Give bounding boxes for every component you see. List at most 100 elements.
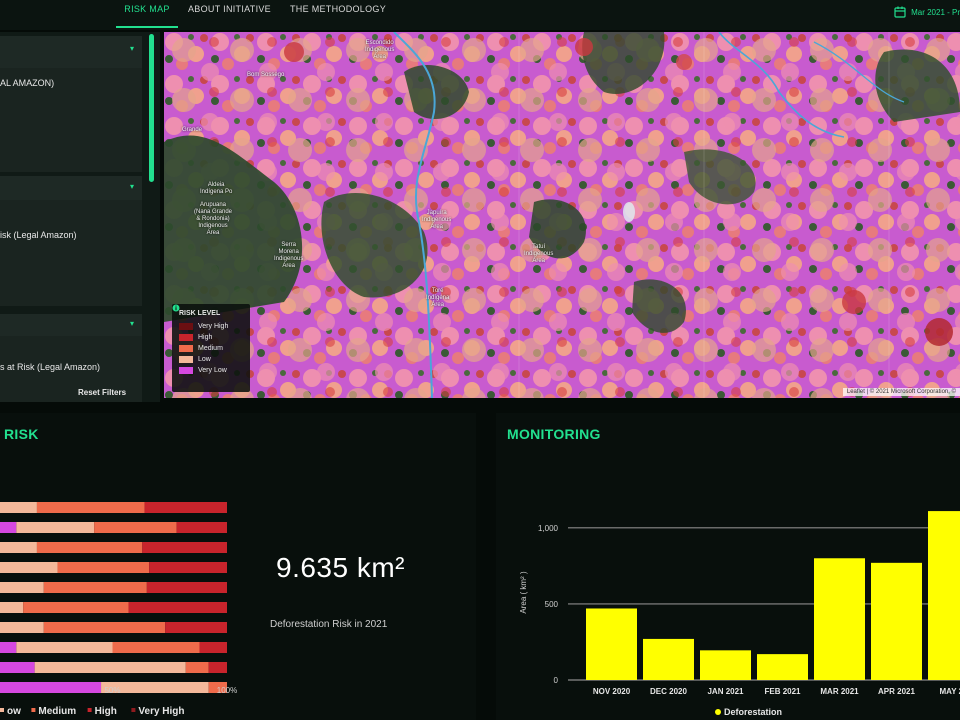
deforestation-bar[interactable] bbox=[643, 638, 694, 680]
risk-bar-segment-high[interactable] bbox=[142, 542, 227, 553]
filter-card-risk[interactable]: ▾ isk (Legal Amazon) bbox=[0, 176, 142, 306]
deforestation-bar[interactable] bbox=[700, 650, 751, 680]
risk-bar-segment-low[interactable] bbox=[0, 602, 24, 613]
deforestation-bar[interactable] bbox=[757, 654, 808, 680]
risk-bar-segment-high[interactable] bbox=[208, 662, 227, 673]
y-tick-label: 0 bbox=[554, 676, 559, 685]
map-layer bbox=[164, 32, 960, 398]
risk-bar-segment-very-low[interactable] bbox=[0, 682, 102, 693]
filter-card-header[interactable]: ▾ bbox=[0, 36, 142, 68]
filter-card-header[interactable]: ▾ bbox=[0, 176, 142, 200]
risk-bar-segment-low[interactable] bbox=[16, 642, 113, 653]
risk-x-tick-label: 100% bbox=[217, 686, 237, 695]
risk-bar-segment-low[interactable] bbox=[16, 522, 95, 533]
legend-swatch bbox=[179, 367, 193, 374]
deforestation-risk-caption: Deforestation Risk in 2021 bbox=[270, 619, 388, 630]
filter-scrollbar[interactable] bbox=[149, 34, 154, 182]
deforestation-bar[interactable] bbox=[928, 511, 960, 680]
x-tick-label: APR 2021 bbox=[878, 687, 915, 696]
date-range-label: Mar 2021 - Pr bbox=[911, 7, 960, 17]
filter-panel: ▾ AL AMAZON) ▾ isk (Legal Amazon) ▾ s at… bbox=[0, 32, 160, 402]
monitoring-bar-chart: 0 500 1,000 Area ( km² ) NOV 2020 DEC 2020 JAN… bbox=[519, 511, 960, 717]
x-tick-label: MAY 20 bbox=[939, 687, 960, 696]
risk-bar-segment-medium[interactable] bbox=[43, 622, 166, 633]
y-tick-label: 1,000 bbox=[538, 524, 559, 533]
risk-bar-segment-very-low[interactable] bbox=[0, 642, 17, 653]
risk-bar-segment-high[interactable] bbox=[176, 522, 227, 533]
legend-swatch bbox=[179, 334, 193, 341]
deforestation-bar[interactable] bbox=[586, 608, 637, 680]
y-tick-label: 500 bbox=[545, 600, 559, 609]
risk-bar-segment-medium[interactable] bbox=[94, 522, 177, 533]
risk-bar-segment-low[interactable] bbox=[0, 542, 37, 553]
risk-map[interactable]: Escondido Indigenous Area Bom Sossego Gr… bbox=[164, 32, 960, 398]
top-nav: RISK MAP ABOUT INITIATIVE THE METHODOLOG… bbox=[0, 0, 960, 30]
map-attribution[interactable]: Leaflet | © 2021 Microsoft Corporation, … bbox=[842, 388, 960, 396]
x-tick-label: NOV 2020 bbox=[593, 687, 631, 696]
chevron-down-icon[interactable]: ▾ bbox=[130, 319, 134, 328]
chevron-down-icon[interactable]: ▾ bbox=[130, 182, 134, 191]
risk-bar-segment-very-low[interactable] bbox=[0, 662, 35, 673]
risk-bar-segment-medium[interactable] bbox=[23, 602, 129, 613]
monitoring-panel-title: MONITORING bbox=[507, 426, 601, 442]
info-icon[interactable] bbox=[172, 304, 180, 312]
risk-bar-segment-high[interactable] bbox=[199, 642, 227, 653]
risk-bar-segment-high[interactable] bbox=[128, 602, 227, 613]
risk-legend-label: ow bbox=[7, 706, 21, 717]
filter-label: isk (Legal Amazon) bbox=[0, 230, 77, 240]
filter-card-legal-amazon[interactable]: ▾ AL AMAZON) bbox=[0, 36, 142, 172]
risk-bar-segment-high[interactable] bbox=[165, 622, 227, 633]
risk-bar-segment-low[interactable] bbox=[0, 502, 37, 513]
risk-bar-segment-medium[interactable] bbox=[112, 642, 200, 653]
filter-card-body: AL AMAZON) bbox=[0, 68, 142, 172]
map-place-label: Aldeia Indígena Po bbox=[200, 182, 233, 195]
risk-legend-swatch bbox=[87, 708, 92, 712]
map-place-label: Grande bbox=[182, 127, 203, 133]
legend-label: Deforestation bbox=[724, 707, 782, 717]
map-place-label: Bom Sossego bbox=[247, 72, 285, 78]
risk-legend-label: High bbox=[95, 706, 117, 717]
risk-bar-segment-medium[interactable] bbox=[36, 502, 145, 513]
calendar-icon bbox=[894, 6, 906, 18]
deforestation-bar[interactable] bbox=[871, 562, 922, 680]
filter-card-header[interactable]: ▾ bbox=[0, 314, 142, 336]
risk-bar-segment-medium[interactable] bbox=[57, 562, 150, 573]
filter-card-body: isk (Legal Amazon) bbox=[0, 200, 142, 306]
x-tick-label: MAR 2021 bbox=[820, 687, 859, 696]
risk-legend-swatch bbox=[31, 708, 36, 712]
x-tick-label: DEC 2020 bbox=[650, 687, 687, 696]
risk-stacked-bar-chart: 50% 100% ow Medium High Very High bbox=[0, 502, 237, 717]
risk-bar-segment-high[interactable] bbox=[146, 582, 227, 593]
deforestation-bar[interactable] bbox=[814, 558, 865, 680]
y-axis-label: Area ( km² ) bbox=[519, 571, 528, 614]
reset-filters-button[interactable]: Reset Filters bbox=[78, 388, 126, 397]
legend-swatch bbox=[179, 323, 193, 330]
risk-bar-segment-medium[interactable] bbox=[43, 582, 147, 593]
risk-bar-segment-low[interactable] bbox=[0, 582, 44, 593]
risk-legend-label: Very High bbox=[138, 706, 184, 717]
map-place-label: Toré Indígena Área bbox=[426, 288, 450, 308]
risk-bar-segment-very-low[interactable] bbox=[0, 522, 17, 533]
risk-bar-segment-high[interactable] bbox=[144, 502, 227, 513]
tab-risk-map[interactable]: RISK MAP bbox=[116, 0, 178, 28]
risk-bar-segment-medium[interactable] bbox=[185, 662, 209, 673]
date-range-selector[interactable]: Mar 2021 - Pr bbox=[894, 4, 960, 20]
legend-item-very-high: Very High bbox=[179, 321, 243, 332]
map-place-label: Serra Morena Indigenous Area bbox=[274, 242, 304, 269]
x-tick-label: JAN 2021 bbox=[707, 687, 744, 696]
risk-bar-segment-high[interactable] bbox=[149, 562, 227, 573]
tab-the-methodology[interactable]: THE METHODOLOGY bbox=[290, 0, 386, 28]
risk-bar-segment-low[interactable] bbox=[34, 662, 186, 673]
risk-level-legend: RISK LEVEL Very High High Medium Low Ver… bbox=[172, 304, 250, 392]
x-tick-label: FEB 2021 bbox=[764, 687, 801, 696]
map-place-label: Escondido Indigenous Area bbox=[365, 40, 395, 60]
legend-item-low: Low bbox=[179, 354, 243, 365]
chevron-down-icon[interactable]: ▾ bbox=[130, 44, 134, 53]
risk-bar-segment-low[interactable] bbox=[0, 622, 44, 633]
filter-label: s at Risk (Legal Amazon) bbox=[0, 362, 101, 372]
map-place-label: Arupuana (Nana Grande & Rondonia) Indige… bbox=[194, 202, 233, 236]
risk-bar-segment-low[interactable] bbox=[0, 562, 58, 573]
tab-about-initiative[interactable]: ABOUT INITIATIVE bbox=[188, 0, 271, 28]
legend-swatch bbox=[179, 356, 193, 363]
risk-bar-segment-medium[interactable] bbox=[36, 542, 143, 553]
